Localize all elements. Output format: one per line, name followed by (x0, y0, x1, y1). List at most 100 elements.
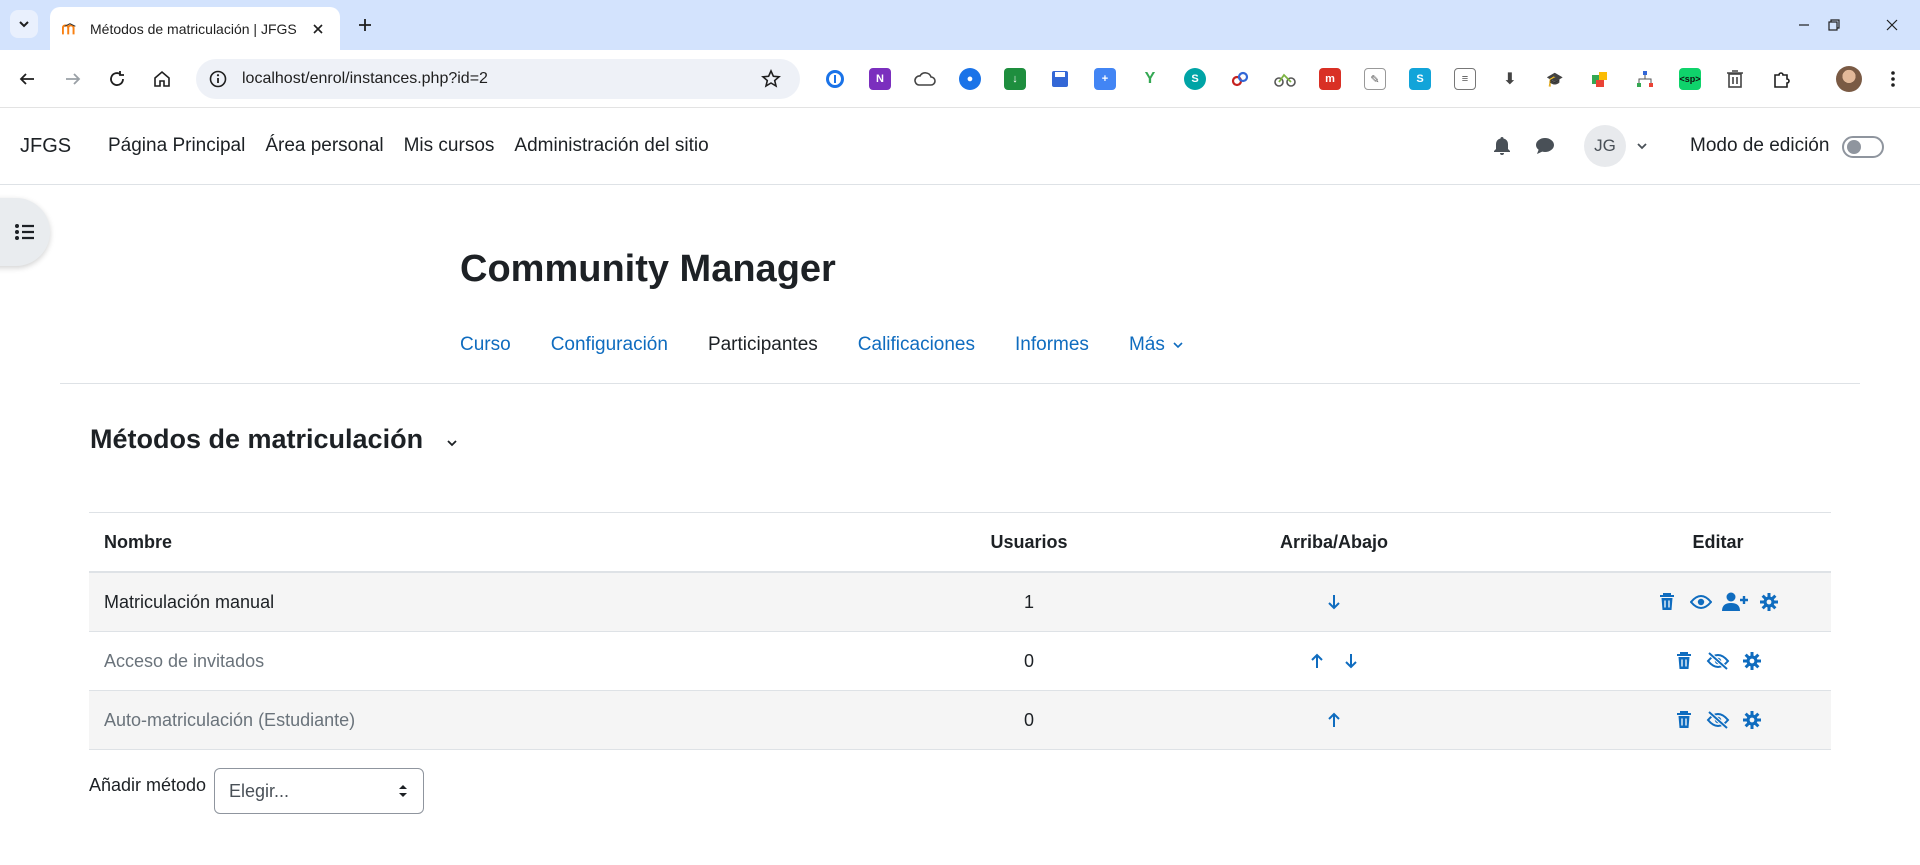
nav-item-site-admin[interactable]: Administración del sitio (504, 135, 718, 157)
password-manager-extension-icon[interactable] (824, 68, 846, 90)
browser-tab-active[interactable]: Métodos de matriculación | JFGS (50, 7, 340, 50)
onenote-extension-icon[interactable]: N (869, 68, 891, 90)
browser-profile-avatar[interactable] (1836, 66, 1862, 92)
notes-extension-icon[interactable]: ✎ (1364, 68, 1386, 90)
add-method-select-value: Elegir... (229, 780, 290, 801)
arrow-down-extension-icon[interactable]: ⬇ (1499, 68, 1521, 90)
bike-extension-icon[interactable] (1274, 68, 1296, 90)
s2-extension-icon[interactable]: S (1409, 68, 1431, 90)
eye-slash-icon[interactable] (1705, 648, 1731, 674)
restore-button[interactable] (1806, 0, 1862, 50)
edit-controls (1518, 632, 1918, 690)
back-button[interactable] (12, 64, 42, 94)
secondary-nav-divider (60, 383, 1860, 384)
primary-navigation: Página Principal Área personal Mis curso… (98, 135, 719, 157)
edit-mode-toggle[interactable] (1842, 136, 1884, 158)
trash-icon[interactable] (1671, 707, 1697, 733)
edit-controls (1518, 573, 1918, 631)
course-index-drawer-button[interactable] (0, 198, 50, 266)
reload-button[interactable] (102, 64, 132, 94)
chevron-down-icon[interactable] (1632, 136, 1652, 156)
docs-extension-icon[interactable]: + (1094, 68, 1116, 90)
table-row: Acceso de invitados 0 (89, 632, 1831, 691)
table-row: Matriculación manual 1 (89, 573, 1831, 632)
table-row: Auto-matriculación (Estudiante) 0 (89, 691, 1831, 750)
document-extension-icon[interactable]: ≡ (1454, 68, 1476, 90)
eye-slash-icon[interactable] (1705, 707, 1731, 733)
site-brand[interactable]: JFGS (20, 135, 71, 158)
home-icon (154, 70, 170, 87)
trash-icon[interactable] (1654, 589, 1680, 615)
updown-controls (1134, 632, 1534, 690)
close-window-button[interactable] (1864, 0, 1920, 50)
bell-icon[interactable] (1490, 134, 1514, 158)
add-method-select[interactable]: Elegir... (214, 768, 424, 814)
account-extension-icon[interactable]: ● (959, 68, 981, 90)
home-button[interactable] (147, 64, 177, 94)
enrolment-methods-table: Nombre Usuarios Arriba/Abajo Editar Matr… (89, 512, 1831, 750)
save-extension-icon[interactable] (1049, 68, 1071, 90)
chevron-down-icon (1173, 342, 1183, 349)
tab-search-button[interactable] (10, 10, 38, 38)
mendeley-extension-icon[interactable]: m (1319, 68, 1341, 90)
cog-icon[interactable] (1739, 648, 1765, 674)
tab-course[interactable]: Curso (460, 324, 531, 384)
secondary-navigation: Curso Configuración Participantes Califi… (460, 324, 1223, 384)
tab-grades[interactable]: Calificaciones (858, 324, 995, 384)
reload-icon (110, 71, 124, 86)
browser-menu-button[interactable] (1880, 66, 1906, 92)
s-extension-icon[interactable]: S (1184, 68, 1206, 90)
cog-icon[interactable] (1756, 589, 1782, 615)
address-bar[interactable]: localhost/enrol/instances.php?id=2 (196, 59, 800, 99)
arrow-up-icon[interactable] (1304, 648, 1330, 674)
puzzle-color-extension-icon[interactable] (1589, 68, 1611, 90)
edit-mode-label: Modo de edición (1690, 135, 1830, 156)
tab-settings[interactable]: Configuración (551, 324, 688, 384)
messages-icon[interactable] (1533, 134, 1557, 158)
extensions-puzzle-icon[interactable] (1771, 68, 1793, 90)
bookmark-star-icon[interactable] (760, 68, 782, 90)
arrow-left-icon (19, 73, 34, 85)
arrow-down-icon[interactable] (1338, 648, 1364, 674)
updown-controls (1134, 691, 1534, 749)
tab-more[interactable]: Más (1129, 324, 1203, 384)
column-header-name: Nombre (104, 531, 173, 552)
cog-icon[interactable] (1739, 707, 1765, 733)
browser-toolbar: localhost/enrol/instances.php?id=2 N ● ↓… (0, 50, 1920, 108)
tab-more-label: Más (1128, 334, 1165, 355)
tab-participants[interactable]: Participantes (708, 324, 838, 384)
page-title: Métodos de matriculación (90, 424, 424, 454)
user-plus-icon[interactable] (1722, 589, 1748, 615)
tab-reports[interactable]: Informes (1015, 324, 1109, 384)
trash-icon[interactable] (1671, 648, 1697, 674)
sp-extension-icon[interactable]: <sp> (1679, 68, 1701, 90)
arrow-down-icon[interactable] (1321, 589, 1347, 615)
browser-tabstrip: Métodos de matriculación | JFGS (0, 0, 1920, 50)
sitemap-extension-icon[interactable] (1634, 68, 1656, 90)
nav-item-dashboard[interactable]: Área personal (255, 135, 393, 157)
add-method-label: Añadir método (89, 775, 207, 795)
forward-button[interactable] (58, 64, 88, 94)
nav-item-my-courses[interactable]: Mis cursos (394, 135, 505, 157)
plant-extension-icon[interactable]: Y (1139, 68, 1161, 90)
new-tab-button[interactable] (352, 12, 378, 38)
download-extension-icon[interactable]: ↓ (1004, 68, 1026, 90)
method-name: Auto-matriculación (Estudiante) (104, 709, 356, 730)
more-vertical-icon (1891, 71, 1895, 87)
cloud-extension-icon[interactable] (914, 68, 936, 90)
method-name: Matriculación manual (104, 591, 275, 612)
arrow-up-icon[interactable] (1321, 707, 1347, 733)
link-extension-icon[interactable] (1229, 68, 1251, 90)
tab-title: Métodos de matriculación | JFGS (90, 20, 297, 37)
nav-item-home[interactable]: Página Principal (98, 135, 255, 157)
trash-extension-icon[interactable] (1724, 68, 1746, 90)
site-navbar: JFGS Página Principal Área personal Mis … (0, 108, 1920, 185)
eye-icon[interactable] (1688, 589, 1714, 615)
hat-extension-icon[interactable]: 🎓 (1544, 68, 1566, 90)
close-icon[interactable] (308, 19, 328, 39)
chevron-down-icon[interactable] (444, 435, 460, 451)
url-text: localhost/enrol/instances.php?id=2 (242, 70, 488, 87)
chevron-down-icon (19, 21, 29, 28)
site-info-icon[interactable] (208, 69, 228, 89)
user-avatar[interactable]: JG (1584, 125, 1626, 167)
